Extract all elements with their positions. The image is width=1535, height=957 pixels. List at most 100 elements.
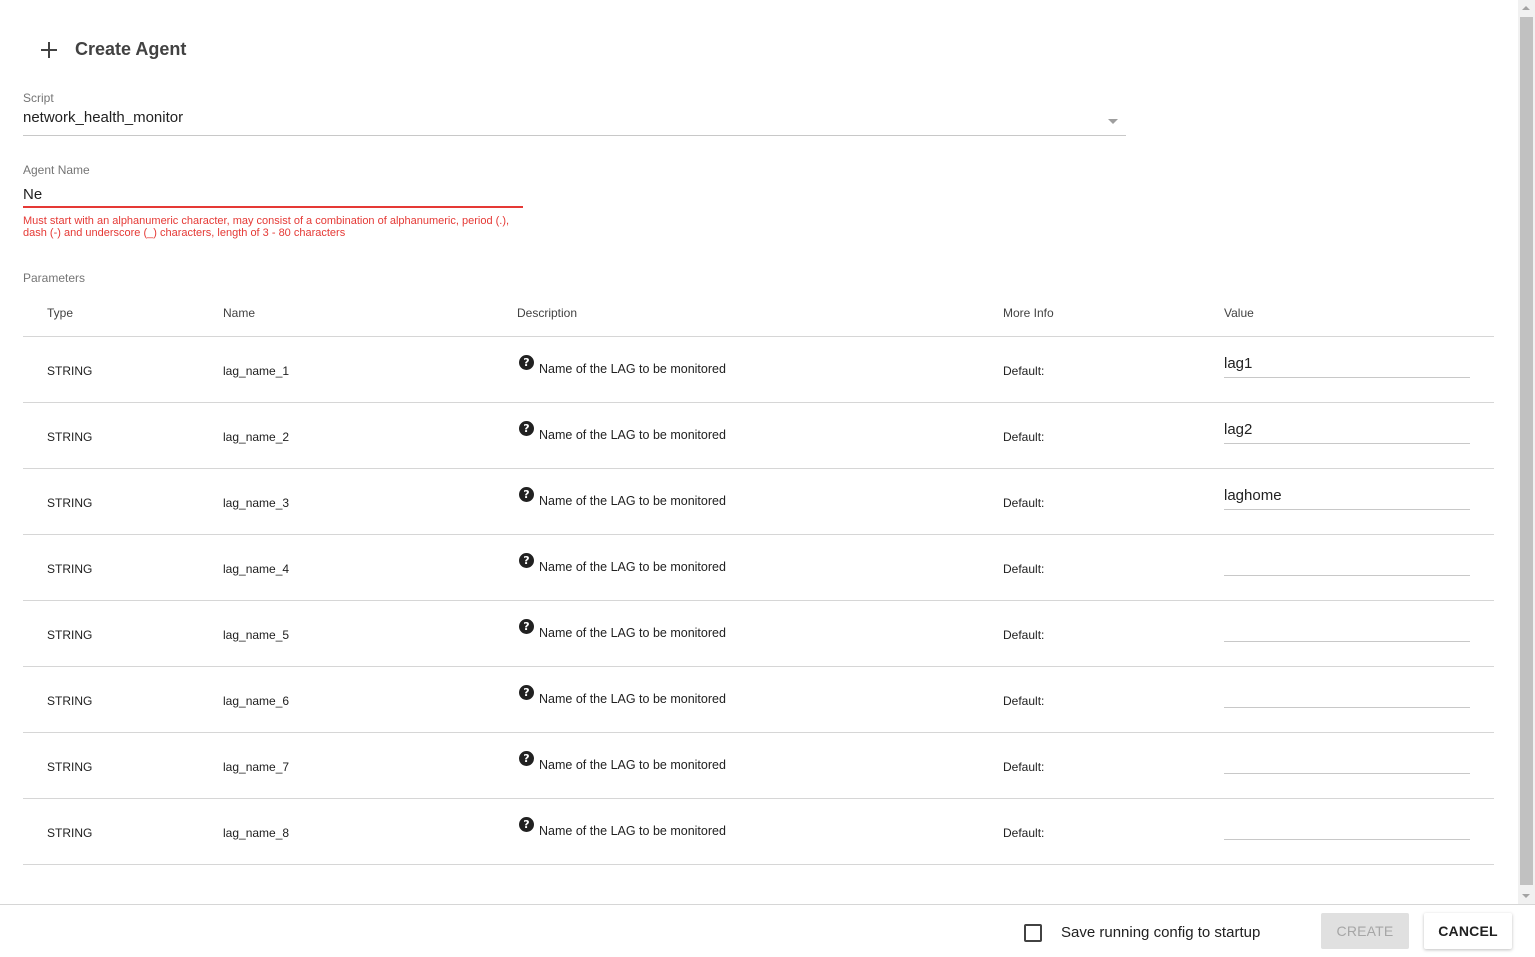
page-title: Create Agent (75, 38, 187, 59)
param-description-text: Name of the LAG to be monitored (539, 692, 726, 706)
dialog-header: Create Agent (40, 36, 186, 62)
column-header-more-info: More Info (1003, 306, 1054, 320)
param-value-input[interactable] (1224, 351, 1470, 375)
caret-down-icon (1108, 119, 1118, 124)
agent-name-label: Agent Name (23, 163, 90, 177)
scroll-up-arrow-icon[interactable] (1522, 6, 1530, 10)
param-name: lag_name_8 (223, 826, 290, 840)
save-config-checkbox[interactable] (1024, 924, 1042, 942)
param-type: STRING (47, 430, 93, 444)
param-name: lag_name_5 (223, 628, 290, 642)
param-more-info: Default: (1003, 628, 1045, 642)
create-agent-dialog: Create Agent Script network_health_monit… (0, 0, 1535, 957)
table-row: STRING lag_name_4? Name of the LAG to be m… (23, 535, 1494, 601)
question-circle-icon[interactable]: ? (519, 487, 534, 502)
param-description: ? Name of the LAG to be monitored (519, 685, 726, 706)
param-type: STRING (47, 364, 93, 378)
param-value-input[interactable] (1224, 681, 1470, 705)
agent-name-input[interactable] (23, 182, 523, 206)
param-more-info: Default: (1003, 430, 1045, 444)
param-description: ? Name of the LAG to be monitored (519, 751, 726, 772)
param-value-input[interactable] (1224, 615, 1470, 639)
question-circle-icon[interactable]: ? (519, 619, 534, 634)
question-circle-icon[interactable]: ? (519, 355, 534, 370)
param-value-input[interactable] (1224, 813, 1470, 837)
table-row: STRING lag_name_2? Name of the LAG to be m… (23, 403, 1494, 469)
scroll-down-arrow-icon[interactable] (1522, 894, 1530, 898)
param-description-text: Name of the LAG to be monitored (539, 428, 726, 442)
param-type: STRING (47, 562, 93, 576)
column-header-value: Value (1224, 306, 1254, 320)
param-description-text: Name of the LAG to be monitored (539, 494, 726, 508)
table-row: STRING lag_name_1? Name of the LAG to be m… (23, 337, 1494, 403)
param-value-field (1224, 351, 1470, 378)
param-type: STRING (47, 826, 93, 840)
param-description: ? Name of the LAG to be monitored (519, 355, 726, 376)
dialog-footer: Save running config to startup CREATE CA… (0, 904, 1535, 957)
param-description: ? Name of the LAG to be monitored (519, 553, 726, 574)
param-value-input[interactable] (1224, 549, 1470, 573)
script-select[interactable]: network_health_monitor (23, 106, 1126, 136)
param-more-info: Default: (1003, 694, 1045, 708)
table-row: STRING lag_name_5? Name of the LAG to be m… (23, 601, 1494, 667)
param-name: lag_name_4 (223, 562, 290, 576)
script-selected-value: network_health_monitor (23, 109, 184, 126)
param-name: lag_name_3 (223, 496, 290, 510)
param-name: lag_name_6 (223, 694, 290, 708)
param-value-field (1224, 549, 1470, 576)
question-circle-icon[interactable]: ? (519, 553, 534, 568)
param-type: STRING (47, 694, 93, 708)
param-description-text: Name of the LAG to be monitored (539, 560, 726, 574)
param-description: ? Name of the LAG to be monitored (519, 487, 726, 508)
table-row: STRING lag_name_6? Name of the LAG to be m… (23, 667, 1494, 733)
param-value-field (1224, 417, 1470, 444)
param-description-text: Name of the LAG to be monitored (539, 758, 726, 772)
param-value-input[interactable] (1224, 483, 1470, 507)
save-config-label[interactable]: Save running config to startup (1061, 924, 1260, 941)
script-label: Script (23, 91, 54, 105)
param-description-text: Name of the LAG to be monitored (539, 362, 726, 376)
param-name: lag_name_1 (223, 364, 290, 378)
param-type: STRING (47, 628, 93, 642)
question-circle-icon[interactable]: ? (519, 817, 534, 832)
scrollbar-thumb[interactable] (1520, 17, 1533, 885)
param-name: lag_name_2 (223, 430, 290, 444)
param-value-field (1224, 747, 1470, 774)
param-value-input[interactable] (1224, 747, 1470, 771)
param-value-field (1224, 615, 1470, 642)
param-name: lag_name_7 (223, 760, 290, 774)
param-value-input[interactable] (1224, 417, 1470, 441)
column-header-name: Name (223, 306, 256, 320)
param-value-field (1224, 483, 1470, 510)
param-value-field (1224, 813, 1470, 840)
param-type: STRING (47, 760, 93, 774)
question-circle-icon[interactable]: ? (519, 421, 534, 436)
param-type: STRING (47, 496, 93, 510)
param-more-info: Default: (1003, 760, 1045, 774)
param-description: ? Name of the LAG to be monitored (519, 817, 726, 838)
parameters-table: Type Name Description More Info Value ST… (23, 290, 1494, 865)
param-more-info: Default: (1003, 364, 1045, 378)
table-row: STRING lag_name_3? Name of the LAG to be m… (23, 469, 1494, 535)
question-circle-icon[interactable]: ? (519, 751, 534, 766)
vertical-scrollbar[interactable] (1518, 0, 1535, 904)
cancel-button[interactable]: CANCEL (1424, 913, 1512, 949)
param-description: ? Name of the LAG to be monitored (519, 619, 726, 640)
parameters-label: Parameters (23, 271, 86, 285)
dialog-content: Create Agent Script network_health_monit… (0, 0, 1518, 904)
param-more-info: Default: (1003, 562, 1045, 576)
agent-name-field (23, 182, 523, 208)
create-button[interactable]: CREATE (1321, 913, 1409, 949)
param-more-info: Default: (1003, 826, 1045, 840)
table-header: Type Name Description More Info Value (23, 290, 1494, 337)
param-value-field (1224, 681, 1470, 708)
table-row: STRING lag_name_8 ? Name of the LAG to be m… (23, 799, 1494, 865)
param-description: ? Name of the LAG to be monitored (519, 421, 726, 442)
param-description-text: Name of the LAG to be monitored (539, 626, 726, 640)
plus-icon (40, 41, 58, 59)
question-circle-icon[interactable]: ? (519, 685, 534, 700)
table-row: STRING lag_name_7? Name of the LAG to be m… (23, 733, 1494, 799)
column-header-description: Description (517, 306, 578, 320)
column-header-type: Type (47, 306, 74, 320)
agent-name-error: Must start with an alphanumeric characte… (23, 215, 510, 239)
